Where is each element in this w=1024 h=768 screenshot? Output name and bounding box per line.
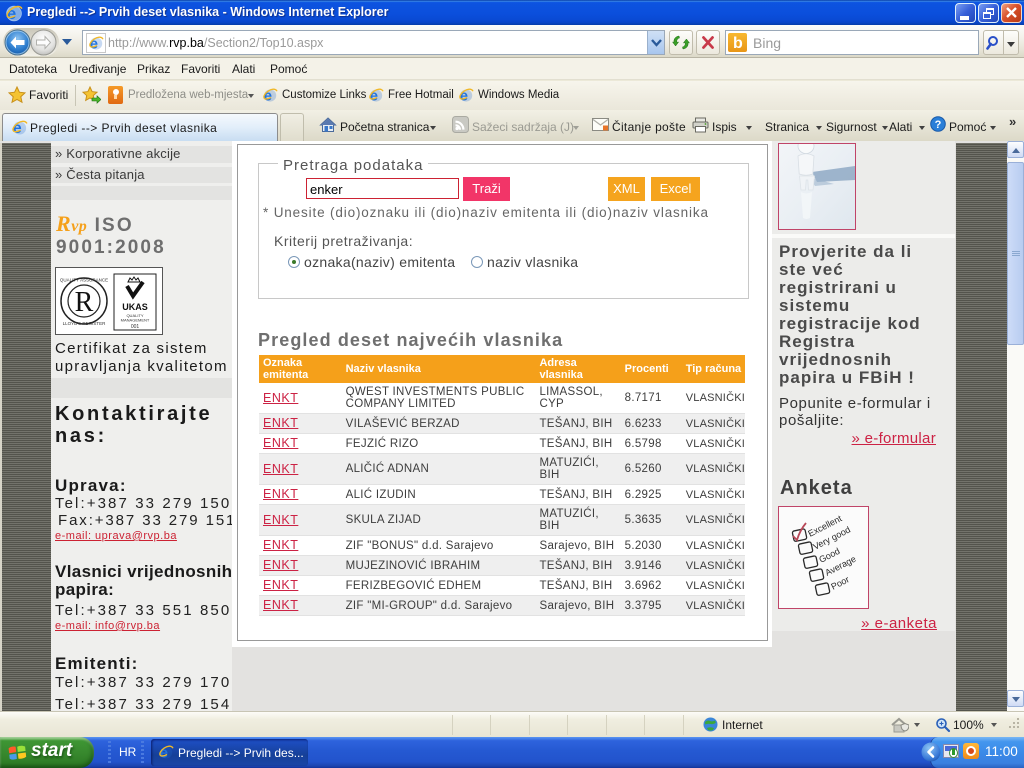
svg-text:UKAS: UKAS <box>122 302 148 312</box>
svg-text:Poor: Poor <box>829 574 850 592</box>
svg-text:b: b <box>733 35 743 52</box>
svg-text:?: ? <box>935 119 942 131</box>
svg-text:001: 001 <box>131 324 140 330</box>
svg-text:LLOYD'S REGISTER: LLOYD'S REGISTER <box>63 321 107 326</box>
svg-text:R: R <box>75 287 94 318</box>
svg-text:MANAGEMENT: MANAGEMENT <box>121 318 150 323</box>
svg-text:QUALITY ASSURANCE: QUALITY ASSURANCE <box>60 278 108 283</box>
